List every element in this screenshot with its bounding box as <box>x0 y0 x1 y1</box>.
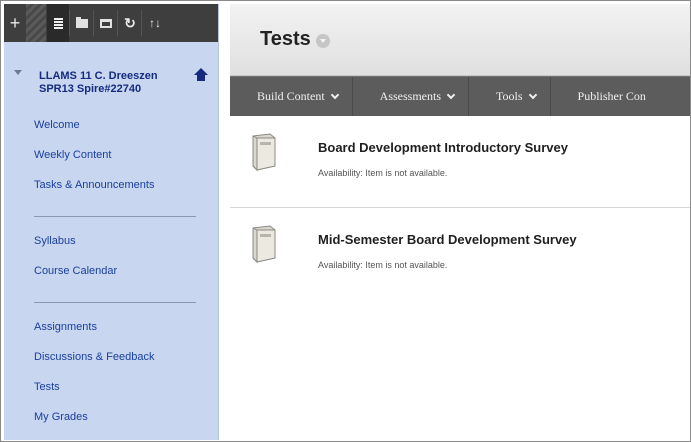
menu-divider <box>34 216 196 217</box>
tools-label: Tools <box>496 89 523 103</box>
action-bar: Build Content Assessments Tools Publishe… <box>230 76 690 116</box>
item-title-link[interactable]: Mid-Semester Board Development Survey <box>318 232 577 247</box>
nav-my-grades[interactable]: My Grades <box>34 410 218 440</box>
refresh-button[interactable]: ↻ <box>119 4 141 42</box>
add-menu-item-button[interactable]: + <box>4 4 26 42</box>
course-menu-group-3: Assignments Discussions & Feedback Tests… <box>4 320 218 440</box>
nav-assignments[interactable]: Assignments <box>34 320 218 350</box>
toolbar-divider <box>26 4 46 42</box>
folder-view-button[interactable] <box>71 4 93 42</box>
content-area: Tests Build Content Assessments Tools Pu… <box>230 4 690 440</box>
course-header: LLAMS 11 C. Dreeszen SPR13 Spire#22740 <box>4 42 218 118</box>
course-menu-sidebar: + ↻ ↑↓ LLAMS 11 C. Dreeszen SPR13 Spire#… <box>4 4 219 440</box>
content-item: Board Development Introductory Survey Av… <box>230 116 690 208</box>
chevron-down-icon <box>528 90 537 100</box>
page-title-bar: Tests <box>230 4 690 76</box>
publisher-content-menu[interactable]: Publisher Con <box>551 77 660 116</box>
refresh-icon: ↻ <box>124 14 136 31</box>
item-title-link[interactable]: Board Development Introductory Survey <box>318 140 568 155</box>
nav-course-calendar[interactable]: Course Calendar <box>34 264 218 294</box>
nav-tests[interactable]: Tests <box>34 380 218 410</box>
content-item: Mid-Semester Board Development Survey Av… <box>230 208 690 300</box>
list-view-button[interactable] <box>47 4 69 42</box>
chevron-down-icon <box>330 90 339 100</box>
nav-welcome[interactable]: Welcome <box>34 118 218 148</box>
publisher-content-label: Publisher Con <box>577 89 646 103</box>
window-icon <box>100 18 112 28</box>
availability-value: Item is not available. <box>365 260 448 270</box>
page-title: Tests <box>260 28 330 51</box>
home-icon[interactable] <box>194 68 208 81</box>
tools-menu[interactable]: Tools <box>469 77 551 116</box>
folder-icon <box>76 16 88 28</box>
nav-discussions-feedback[interactable]: Discussions & Feedback <box>34 350 218 380</box>
collapse-icon[interactable] <box>14 70 22 75</box>
reorder-button[interactable]: ↑↓ <box>143 4 167 42</box>
nav-syllabus[interactable]: Syllabus <box>34 234 218 264</box>
course-title[interactable]: LLAMS 11 C. Dreeszen SPR13 Spire#22740 <box>39 70 179 96</box>
nav-weekly-content[interactable]: Weekly Content <box>34 148 218 178</box>
build-content-label: Build Content <box>257 89 325 103</box>
build-content-menu[interactable]: Build Content <box>230 77 353 116</box>
sort-icon: ↑↓ <box>149 16 161 30</box>
document-icon <box>252 133 276 172</box>
nav-tasks-announcements[interactable]: Tasks & Announcements <box>34 178 218 208</box>
assessments-label: Assessments <box>379 89 442 103</box>
item-availability: Availability: Item is not available. <box>318 168 447 178</box>
list-icon <box>53 17 63 29</box>
course-menu-toolbar: + ↻ ↑↓ <box>4 4 218 42</box>
course-menu-group-2: Syllabus Course Calendar <box>4 234 218 294</box>
item-availability: Availability: Item is not available. <box>318 260 447 270</box>
assessments-menu[interactable]: Assessments <box>353 77 470 116</box>
availability-value: Item is not available. <box>365 168 448 178</box>
availability-label: Availability: <box>318 260 363 270</box>
course-menu-group-1: Welcome Weekly Content Tasks & Announcem… <box>4 118 218 208</box>
new-window-button[interactable] <box>95 4 117 42</box>
menu-divider <box>34 302 196 303</box>
availability-label: Availability: <box>318 168 363 178</box>
document-icon <box>252 225 276 264</box>
page-title-text: Tests <box>260 28 311 50</box>
chevron-down-icon[interactable] <box>315 34 330 48</box>
plus-icon: + <box>9 12 21 33</box>
chevron-down-icon <box>446 90 456 100</box>
